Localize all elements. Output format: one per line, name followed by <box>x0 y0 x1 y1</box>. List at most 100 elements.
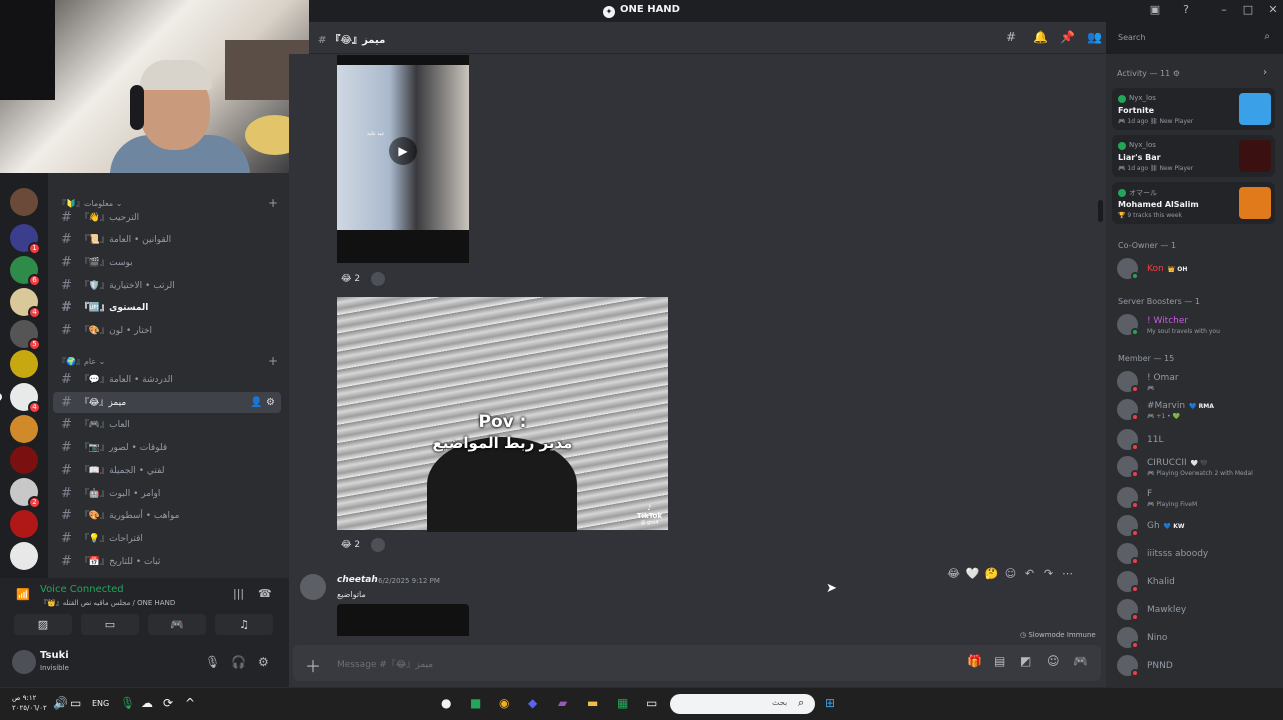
quick-reaction-laugh[interactable]: 😂 <box>944 567 963 580</box>
help-icon[interactable]: ? <box>1178 3 1194 16</box>
member-item[interactable]: Kon 👑 OH <box>1117 256 1277 282</box>
gift-icon[interactable]: 🎁 <box>967 654 982 668</box>
activity-card[interactable]: Nyx_los Fortnite 🎮 1d ago ⛓ New Player <box>1112 88 1275 130</box>
scrollbar-thumb[interactable] <box>1098 200 1103 222</box>
server-icon[interactable]: 2 <box>10 478 41 509</box>
channel-item[interactable]: # 『🎬』بوست <box>53 252 281 273</box>
disconnect-icon[interactable]: ☎ <box>258 587 272 600</box>
category-header[interactable]: 『🌍』عام ⌄ + <box>58 354 278 368</box>
clock[interactable]: ٩:١٢ ص ٢٠٢٥/٠٦/٠٢ <box>12 693 47 713</box>
member-item[interactable]: PNND <box>1117 653 1277 679</box>
server-icon[interactable] <box>10 350 38 378</box>
channel-item[interactable]: # 『🎨』مواهب • أسطورية <box>53 505 281 526</box>
soundboard-button[interactable]: ♫ <box>215 614 273 635</box>
channel-item[interactable]: # 『🤖』اوامر • البوت <box>53 483 281 504</box>
settings-gear-icon[interactable]: ⚙ <box>258 655 269 669</box>
channel-item[interactable]: # 『📖』لفتي • الجميلة <box>53 460 281 481</box>
network-icon[interactable]: ▭ <box>70 696 81 710</box>
sync-icon[interactable]: ⟳ <box>163 696 173 710</box>
emoji-icon[interactable]: ☺ <box>1047 654 1060 668</box>
maximize-button[interactable]: □ <box>1240 3 1256 16</box>
close-button[interactable]: ✕ <box>1265 3 1281 16</box>
video-attachment[interactable] <box>337 604 469 636</box>
microphone-icon[interactable]: 🎙 <box>205 655 220 669</box>
video-attachment[interactable]: عيد علية ▶ <box>337 55 469 263</box>
avatar[interactable] <box>300 574 326 600</box>
member-item[interactable]: Gh 💙 KW <box>1117 513 1277 539</box>
channel-item[interactable]: # 『🛡️』الرتب • الاختيارية <box>53 275 281 296</box>
member-item[interactable]: F 🎮 Playing FiveM <box>1117 485 1277 511</box>
member-item[interactable]: CIRUCCII 🤍 🖤 🎮 Playing Overwatch 2 with Me… <box>1117 454 1277 480</box>
folder-icon[interactable]: ▬ <box>587 696 598 710</box>
reply-icon[interactable]: ↶ <box>1020 567 1039 580</box>
server-icon[interactable] <box>10 415 38 443</box>
quick-reaction-heart[interactable]: 🤍 <box>963 567 982 580</box>
bell-icon[interactable]: 🔔 <box>1033 30 1048 44</box>
taskbar-search[interactable]: بحث ⌕ <box>670 694 815 714</box>
video-attachment[interactable]: Pov : مدير ربط المواضيع ♪ TikTok @ gro4 <box>337 297 668 532</box>
minimize-button[interactable]: – <box>1216 3 1232 16</box>
avatar[interactable] <box>12 650 36 674</box>
sticker-icon[interactable]: ◩ <box>1020 654 1031 668</box>
server-icon[interactable]: 4 <box>10 288 41 319</box>
member-list-icon[interactable]: 👥 <box>1087 30 1102 44</box>
member-item[interactable]: ! Omar 🎮 <box>1117 369 1277 395</box>
attach-plus-icon[interactable]: ＋ <box>305 653 321 677</box>
channel-item[interactable]: # 『💡』اقتراحات <box>53 528 281 549</box>
member-item[interactable]: #Marvin 💙 RMA 🎮 +1 • 💚 <box>1117 397 1277 423</box>
camera-toggle-button[interactable]: ▨ <box>14 614 72 635</box>
language-indicator[interactable]: ENG <box>92 699 109 708</box>
add-reaction-icon[interactable]: ☺ <box>1001 567 1020 580</box>
server-icon[interactable]: 6 <box>10 256 41 287</box>
threads-icon[interactable]: # <box>1006 30 1016 44</box>
volume-icon[interactable]: 🔊 <box>53 696 68 710</box>
app-icon[interactable]: ■ <box>470 696 481 710</box>
server-icon[interactable] <box>10 188 38 216</box>
channel-item[interactable]: # 『🎨』اختار • لون <box>53 320 281 341</box>
discord-icon[interactable]: ◆ <box>528 696 537 710</box>
reaction-laugh[interactable]: 😂 2 <box>337 536 364 554</box>
server-icon[interactable] <box>10 446 38 474</box>
add-reaction-icon[interactable] <box>371 537 386 552</box>
app-icon[interactable]: ▰ <box>558 696 567 710</box>
chrome-icon[interactable]: ◉ <box>499 696 509 710</box>
mic-tray-icon[interactable]: 🎙 <box>120 696 135 710</box>
channel-item[interactable]: # 『📷』قلوقات • لصور <box>53 437 281 458</box>
server-icon[interactable] <box>10 510 38 538</box>
member-item[interactable]: Khalid <box>1117 569 1277 595</box>
quick-reaction-think[interactable]: 🤔 <box>982 567 1001 580</box>
apps-icon[interactable]: 🎮 <box>1073 654 1088 668</box>
server-icon[interactable] <box>10 542 38 570</box>
member-item[interactable]: Mawkley <box>1117 597 1277 623</box>
more-icon[interactable]: ⋯ <box>1058 567 1077 580</box>
pin-icon[interactable]: 📌 <box>1060 30 1075 44</box>
member-item[interactable]: Nino <box>1117 625 1277 651</box>
cloud-icon[interactable]: ☁ <box>141 696 153 710</box>
member-item[interactable]: 11L <box>1117 427 1277 453</box>
activity-card[interactable]: オマール Mohamed AlSalim 🏆 9 tracks this week <box>1112 182 1275 224</box>
windows-start-icon[interactable]: ⊞ <box>825 696 835 710</box>
server-icon[interactable]: 1 <box>10 224 41 255</box>
channel-settings-icon[interactable]: ⚙ <box>266 397 275 408</box>
chevron-up-icon[interactable]: ^ <box>185 696 195 710</box>
message-composer[interactable]: ＋ Message #『😂』ميمز 🎁 ▤ ◩ ☺ 🎮 <box>293 645 1101 681</box>
channel-item[interactable]: # 『💬』الدردشة • العامة <box>53 369 281 390</box>
message-author[interactable]: cheetah <box>337 575 378 585</box>
app-icon[interactable]: ● <box>441 696 451 710</box>
invite-icon[interactable]: 👤 <box>250 397 262 408</box>
play-icon[interactable]: ▶ <box>389 137 417 165</box>
activities-button[interactable]: 🎮 <box>148 614 206 635</box>
headphones-icon[interactable]: 🎧 <box>231 655 246 669</box>
voice-location[interactable]: 『👑』مجلس ماقيه نص القتله / ONE HAND <box>40 598 175 608</box>
search-bar[interactable]: Search ⌕ <box>1112 28 1275 48</box>
user-name[interactable]: Tsuki <box>40 650 69 661</box>
add-reaction-icon[interactable] <box>371 271 386 286</box>
channel-item[interactable]: # 『🎮』العاب <box>53 414 281 435</box>
channel-item[interactable]: # 『🆙』المستوى <box>53 297 281 318</box>
noise-suppression-icon[interactable]: ||| <box>233 587 244 600</box>
forward-icon[interactable]: ↷ <box>1039 567 1058 580</box>
reaction-laugh[interactable]: 😂 2 <box>337 270 364 288</box>
member-item[interactable]: ! Witcher My soul travels with you <box>1117 312 1277 338</box>
channel-item[interactable]: # 『📅』ثبات • للتاريخ <box>53 551 281 572</box>
gif-icon[interactable]: ▤ <box>994 654 1005 668</box>
